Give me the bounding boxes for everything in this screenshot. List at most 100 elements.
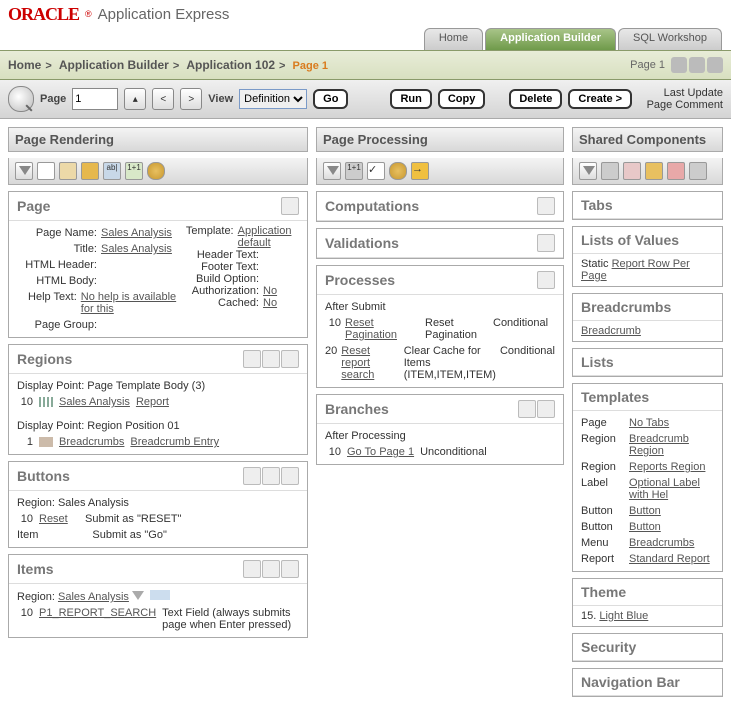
page-comment-link[interactable]: Page Comment — [647, 99, 723, 111]
prev-page-button[interactable]: < — [152, 88, 174, 110]
region-type-link-2[interactable]: Breadcrumb Entry — [130, 436, 219, 448]
add-icon[interactable] — [537, 234, 555, 252]
bc-home[interactable]: Home — [8, 58, 41, 72]
product-name: Application Express — [98, 6, 230, 23]
template-link[interactable]: No Tabs — [629, 417, 714, 429]
process-link-2[interactable]: Reset report search — [341, 345, 399, 381]
copy-icon[interactable] — [262, 467, 280, 485]
theme-icon[interactable] — [689, 162, 707, 180]
edit-all-icon[interactable] — [243, 467, 261, 485]
page-panel-title: Page — [17, 198, 281, 214]
add-icon[interactable] — [281, 467, 299, 485]
template-type: Label — [581, 477, 629, 501]
button-reset-link[interactable]: Reset — [39, 513, 79, 525]
bc-app[interactable]: Application 102 — [186, 58, 275, 72]
run-button[interactable]: Run — [390, 89, 431, 109]
breadcrumb-link[interactable]: Breadcrumb — [581, 325, 641, 337]
auth-link[interactable]: No — [263, 285, 277, 297]
cached-link[interactable]: No — [263, 297, 277, 309]
page-name-link[interactable]: Sales Analysis — [101, 227, 172, 239]
items-title: Items — [17, 561, 243, 577]
edit-all-icon[interactable] — [518, 400, 536, 418]
tab-application-builder[interactable]: Application Builder — [485, 28, 616, 50]
tabs-icon[interactable] — [601, 162, 619, 180]
page-title-link[interactable]: Sales Analysis — [101, 243, 172, 255]
computations-panel: Computations — [316, 191, 564, 222]
computation-icon[interactable]: 1+1 — [345, 162, 363, 180]
last-update-link[interactable]: Last Update — [647, 87, 723, 99]
view-select[interactable]: Definition — [239, 89, 307, 109]
add-icon[interactable] — [537, 271, 555, 289]
copy-button[interactable]: Copy — [438, 89, 486, 109]
template-link[interactable]: Button — [629, 505, 714, 517]
add-icon[interactable] — [281, 350, 299, 368]
process-icon[interactable] — [147, 162, 165, 180]
item-icon[interactable]: ab| — [103, 162, 121, 180]
next-page-button[interactable]: > — [180, 88, 202, 110]
tabs-title: Tabs — [581, 197, 714, 213]
templates-title: Templates — [581, 389, 714, 405]
copy-icon[interactable] — [262, 560, 280, 578]
list-icon[interactable] — [667, 162, 685, 180]
template-link[interactable]: Button — [629, 521, 714, 533]
collapse-icon[interactable] — [579, 162, 597, 180]
template-type: Region — [581, 461, 629, 473]
add-icon[interactable] — [281, 560, 299, 578]
regions-panel: Regions Display Point: Page Template Bod… — [8, 344, 308, 455]
templates-panel: Templates PageNo TabsRegionBreadcrumb Re… — [572, 383, 723, 572]
region-link-2[interactable]: Breadcrumbs — [59, 436, 124, 448]
button-icon[interactable] — [81, 162, 99, 180]
page-popup-button[interactable]: ▴ — [124, 88, 146, 110]
branch-icon[interactable]: → — [411, 162, 429, 180]
template-type: Region — [581, 433, 629, 457]
delete-button[interactable]: Delete — [509, 89, 562, 109]
region-link[interactable]: Sales Analysis — [59, 396, 130, 408]
bc-app-builder[interactable]: Application Builder — [59, 58, 169, 72]
validation-icon[interactable]: ✓ — [367, 162, 385, 180]
items-region-link[interactable]: Sales Analysis — [58, 591, 129, 603]
gear-icon[interactable] — [671, 57, 687, 73]
create-button[interactable]: Create > — [568, 89, 632, 109]
computation-icon[interactable]: 1+1 — [125, 162, 143, 180]
collapse-icon[interactable] — [15, 162, 33, 180]
collapse-icon[interactable] — [323, 162, 341, 180]
action-icon[interactable] — [707, 57, 723, 73]
reorder-icon[interactable] — [150, 590, 170, 600]
region-type-link[interactable]: Report — [136, 396, 169, 408]
page-icon[interactable] — [689, 57, 705, 73]
template-link[interactable]: Reports Region — [629, 461, 714, 473]
item-link[interactable]: P1_REPORT_SEARCH — [39, 607, 156, 619]
collapse-icon[interactable] — [132, 591, 144, 600]
page-input[interactable] — [72, 88, 118, 110]
copy-icon[interactable] — [262, 350, 280, 368]
template-link[interactable]: Optional Label with Hel — [629, 477, 714, 501]
lists-title: Lists — [581, 354, 714, 370]
go-button[interactable]: Go — [313, 89, 348, 109]
theme-link[interactable]: Light Blue — [599, 610, 648, 622]
bc-right: Page 1 — [630, 57, 723, 73]
template-link[interactable]: Breadcrumb Region — [629, 433, 714, 457]
process-gear-icon[interactable] — [389, 162, 407, 180]
lov-icon[interactable] — [623, 162, 641, 180]
region-icon[interactable] — [59, 162, 77, 180]
tab-home[interactable]: Home — [424, 28, 483, 50]
edit-icon[interactable] — [281, 197, 299, 215]
search-icon[interactable] — [8, 86, 34, 112]
breadcrumb-nav-icon[interactable] — [645, 162, 663, 180]
template-link[interactable]: Application default — [238, 225, 299, 249]
page-rendering-title: Page Rendering — [15, 132, 301, 147]
navbar-panel: Navigation Bar — [572, 668, 723, 697]
template-link[interactable]: Breadcrumbs — [629, 537, 714, 549]
edit-all-icon[interactable] — [243, 350, 261, 368]
help-text-link[interactable]: No help is available for this — [81, 291, 179, 315]
oracle-logo: ORACLE — [8, 4, 79, 25]
add-icon[interactable] — [537, 400, 555, 418]
page-def-icon[interactable] — [37, 162, 55, 180]
edit-all-icon[interactable] — [243, 560, 261, 578]
template-type: Page — [581, 417, 629, 429]
tab-sql-workshop[interactable]: SQL Workshop — [618, 28, 722, 50]
add-icon[interactable] — [537, 197, 555, 215]
branch-link[interactable]: Go To Page 1 — [347, 446, 414, 458]
process-link-1[interactable]: Reset Pagination — [345, 317, 421, 341]
template-link[interactable]: Standard Report — [629, 553, 714, 565]
